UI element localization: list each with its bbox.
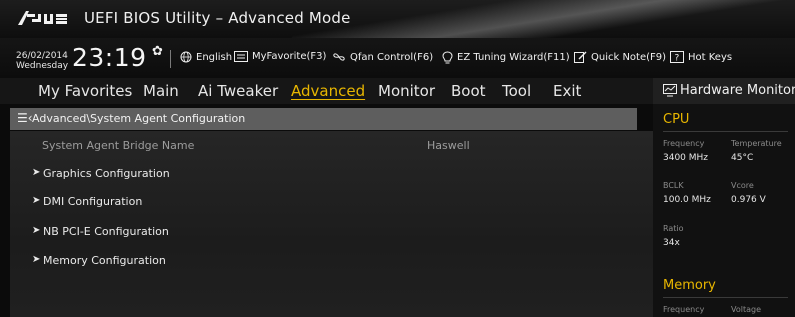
myfavorite-icon bbox=[234, 51, 248, 62]
chevron-right-icon: ➤ bbox=[32, 254, 41, 265]
qfan-control-label: Qfan Control(F6) bbox=[350, 51, 434, 63]
tab-monitor[interactable]: Monitor bbox=[378, 82, 435, 100]
toolbar: 26/02/2014 Wednesday 23:19 ✿ English MyF… bbox=[0, 38, 795, 78]
section-divider bbox=[663, 297, 788, 298]
bulb-icon bbox=[442, 51, 453, 64]
submenu-nb-pcie-configuration[interactable]: ➤ NB PCI-E Configuration bbox=[10, 219, 653, 245]
globe-icon bbox=[180, 51, 192, 63]
hot-keys-button[interactable]: ? Hot Keys bbox=[670, 51, 732, 63]
settings-list: System Agent Bridge Name Haswell ➤ Graph… bbox=[10, 131, 653, 317]
date-display: 26/02/2014 Wednesday bbox=[16, 51, 68, 71]
cpu-temperature-value: 45°C bbox=[731, 153, 754, 163]
ez-tuning-wizard-label: EZ Tuning Wizard(F11) bbox=[457, 52, 570, 63]
hardware-monitor-panel: Hardware Monitor CPU Frequency Temperatu… bbox=[653, 78, 795, 317]
hot-keys-label: Hot Keys bbox=[688, 51, 733, 63]
myfavorite-button[interactable]: MyFavorite(F3) bbox=[234, 51, 326, 62]
tab-advanced[interactable]: Advanced bbox=[291, 82, 365, 100]
hardware-monitor-title: Hardware Monitor bbox=[680, 83, 795, 98]
toolbar-divider bbox=[170, 50, 171, 68]
bclk-label: BCLK bbox=[663, 181, 684, 190]
svg-text:?: ? bbox=[675, 54, 680, 64]
hardware-monitor-header: Hardware Monitor bbox=[653, 78, 795, 104]
vcore-value: 0.976 V bbox=[731, 195, 766, 205]
system-agent-bridge-row: System Agent Bridge Name Haswell bbox=[10, 133, 653, 159]
cpu-frequency-label: Frequency bbox=[663, 139, 705, 148]
note-icon bbox=[574, 51, 587, 63]
memory-voltage-label: Voltage bbox=[731, 305, 762, 314]
system-agent-bridge-value: Haswell bbox=[427, 139, 470, 152]
ez-tuning-wizard-button[interactable]: EZ Tuning Wizard(F11) bbox=[442, 51, 570, 64]
language-button[interactable]: English bbox=[180, 51, 232, 63]
submenu-label: DMI Configuration bbox=[43, 195, 143, 208]
tab-tool[interactable]: Tool bbox=[502, 82, 531, 100]
title-bar: UEFI BIOS Utility – Advanced Mode bbox=[0, 0, 795, 38]
ratio-value: 34x bbox=[663, 238, 680, 248]
bclk-value: 100.0 MHz bbox=[663, 195, 711, 205]
tab-exit[interactable]: Exit bbox=[553, 82, 581, 100]
myfavorite-label: MyFavorite(F3) bbox=[252, 51, 327, 62]
gear-icon[interactable]: ✿ bbox=[152, 44, 163, 59]
chevron-right-icon: ➤ bbox=[32, 225, 41, 236]
submenu-graphics-configuration[interactable]: ➤ Graphics Configuration bbox=[10, 161, 653, 187]
language-label: English bbox=[196, 51, 233, 63]
ratio-label: Ratio bbox=[663, 224, 684, 233]
qfan-control-button[interactable]: Qfan Control(F6) bbox=[332, 51, 433, 63]
tab-my-favorites[interactable]: My Favorites bbox=[38, 82, 132, 100]
breadcrumb[interactable]: ☰‹ Advanced\System Agent Configuration bbox=[10, 108, 637, 130]
quick-note-label: Quick Note(F9) bbox=[591, 51, 667, 63]
date-text: 26/02/2014 bbox=[16, 51, 68, 61]
submenu-dmi-configuration[interactable]: ➤ DMI Configuration bbox=[10, 189, 653, 215]
asus-logo bbox=[18, 11, 67, 25]
submenu-label: Memory Configuration bbox=[43, 254, 166, 267]
main-menu: My Favorites Main Ai Tweaker Advanced Mo… bbox=[0, 78, 653, 104]
memory-section-title: Memory bbox=[663, 278, 716, 293]
breadcrumb-path: Advanced\System Agent Configuration bbox=[32, 112, 246, 125]
submenu-memory-configuration[interactable]: ➤ Memory Configuration bbox=[10, 248, 653, 274]
cpu-section-title: CPU bbox=[663, 112, 690, 127]
system-agent-bridge-label: System Agent Bridge Name bbox=[42, 139, 195, 152]
help-icon: ? bbox=[670, 51, 684, 63]
tab-boot[interactable]: Boot bbox=[451, 82, 486, 100]
quick-note-button[interactable]: Quick Note(F9) bbox=[574, 51, 666, 63]
cpu-temperature-label: Temperature bbox=[731, 139, 782, 148]
memory-frequency-label: Frequency bbox=[663, 305, 705, 314]
submenu-label: NB PCI-E Configuration bbox=[43, 225, 169, 238]
section-divider bbox=[663, 131, 788, 132]
chevron-right-icon: ➤ bbox=[32, 195, 41, 206]
vcore-label: Vcore bbox=[731, 181, 754, 190]
weekday-text: Wednesday bbox=[16, 61, 69, 71]
tab-main[interactable]: Main bbox=[143, 82, 179, 100]
chevron-right-icon: ➤ bbox=[32, 167, 41, 178]
clock-time: 23:19 bbox=[72, 43, 147, 72]
title-decoration bbox=[286, 0, 795, 38]
submenu-label: Graphics Configuration bbox=[43, 167, 170, 180]
tab-ai-tweaker[interactable]: Ai Tweaker bbox=[198, 82, 278, 100]
cpu-frequency-value: 3400 MHz bbox=[663, 153, 709, 163]
fan-icon bbox=[333, 53, 345, 61]
monitor-icon bbox=[663, 84, 677, 97]
app-title: UEFI BIOS Utility – Advanced Mode bbox=[84, 9, 351, 27]
back-menu-icon[interactable]: ☰‹ bbox=[17, 111, 33, 125]
